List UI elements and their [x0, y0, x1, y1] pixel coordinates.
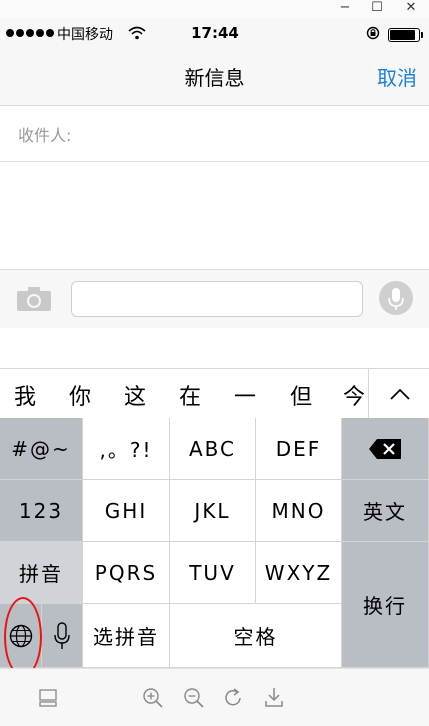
close-icon[interactable]: ✕ [396, 0, 426, 18]
page-title: 新信息 [184, 66, 245, 90]
backspace-key[interactable] [342, 418, 429, 480]
pinyin-key[interactable]: 拼音 [0, 542, 83, 604]
expand-candidates-button[interactable] [368, 369, 429, 419]
minimize-icon[interactable]: − [330, 0, 360, 18]
keyboard-icon[interactable] [36, 685, 62, 711]
message-area [0, 162, 429, 269]
signal-icon [6, 29, 54, 37]
zoom-in-icon[interactable] [140, 685, 166, 711]
message-input[interactable] [71, 281, 363, 317]
select-pinyin-key[interactable]: 选拼音 [83, 604, 170, 668]
wxyz-key[interactable]: WXYZ [256, 542, 342, 604]
dictation-button[interactable] [379, 281, 413, 315]
ghi-key[interactable]: GHI [83, 480, 170, 542]
mno-key[interactable]: MNO [256, 480, 342, 542]
compose-bar [0, 269, 429, 329]
backspace-icon [369, 438, 401, 459]
keyboard: #@~ ,。?! ABC DEF 123 GHI JKL MNO 英文 拼音 P… [0, 418, 429, 668]
candidate-item[interactable]: 你 [60, 379, 100, 411]
spacer [0, 328, 429, 368]
download-icon[interactable] [261, 685, 287, 711]
symbols-key[interactable]: #@~ [0, 418, 83, 480]
recipients-label: 收件人: [18, 126, 72, 145]
carrier-label: 中国移动 [57, 27, 113, 43]
voice-key[interactable] [42, 604, 83, 668]
candidate-item[interactable]: 在 [170, 379, 210, 411]
maximize-icon[interactable]: ☐ [362, 0, 392, 18]
english-key[interactable]: 英文 [342, 480, 429, 542]
chevron-up-icon [389, 388, 410, 400]
battery-icon [388, 28, 423, 42]
status-bar: 中国移动 17:44 [0, 18, 429, 48]
def-key[interactable]: DEF [256, 418, 342, 480]
candidate-item[interactable]: 这 [115, 379, 155, 411]
number-key[interactable]: 123 [0, 480, 83, 542]
space-key[interactable]: 空格 [170, 604, 342, 668]
newline-key[interactable]: 换行 [342, 542, 429, 668]
candidate-item[interactable]: 我 [5, 379, 45, 411]
candidate-item[interactable]: 但 [281, 379, 321, 411]
pqrs-key[interactable]: PQRS [83, 542, 170, 604]
mic-icon [388, 288, 404, 310]
tuv-key[interactable]: TUV [170, 542, 256, 604]
candidate-item[interactable]: 一 [225, 379, 265, 411]
wifi-icon [128, 26, 146, 40]
annotation-ellipse [4, 597, 42, 677]
punctuation-key[interactable]: ,。?! [83, 418, 170, 480]
camera-icon[interactable] [16, 286, 52, 312]
refresh-icon[interactable] [221, 685, 247, 711]
cancel-button[interactable]: 取消 [377, 62, 417, 91]
zoom-out-icon[interactable] [181, 685, 207, 711]
viewer-toolbar [0, 668, 429, 726]
candidate-bar: 我 你 这 在 一 但 今 [0, 368, 429, 419]
abc-key[interactable]: ABC [170, 418, 256, 480]
window-titlebar: − ☐ ✕ [0, 0, 429, 19]
jkl-key[interactable]: JKL [170, 480, 256, 542]
recipients-field[interactable]: 收件人: [0, 106, 429, 162]
rotation-lock-icon [366, 26, 380, 40]
clock: 17:44 [191, 24, 239, 42]
mic-icon [54, 621, 70, 649]
navigation-bar: 新信息 取消 [0, 48, 429, 106]
